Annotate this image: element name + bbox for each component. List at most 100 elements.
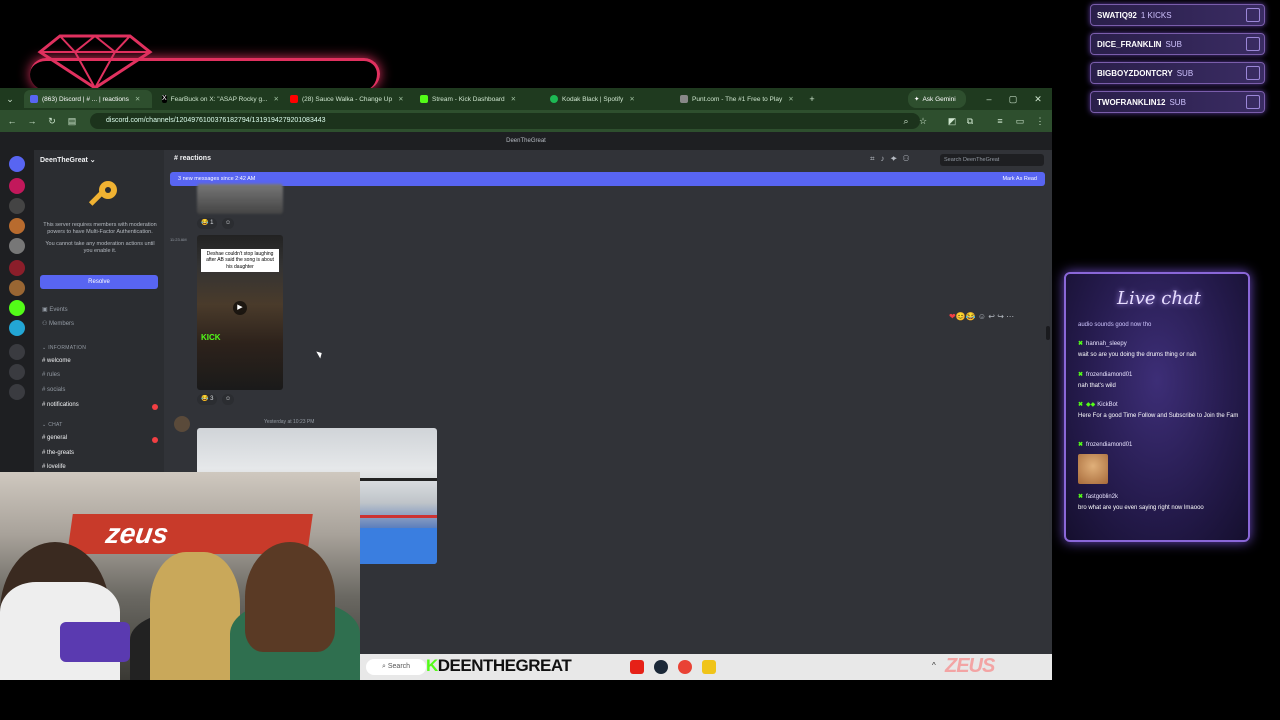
explore-icon[interactable] [9, 364, 25, 380]
home-icon[interactable] [9, 156, 25, 172]
server-icon[interactable] [9, 280, 25, 296]
close-icon[interactable]: ✕ [511, 95, 516, 103]
punt-icon [680, 95, 688, 103]
server-icon[interactable] [9, 198, 25, 214]
video-attachment[interactable]: Deshae couldn't stop laughing after AB s… [197, 235, 283, 390]
reload-icon[interactable]: ↻ [46, 115, 58, 127]
add-server-icon[interactable] [9, 344, 25, 360]
events-link[interactable]: ▣ Events [42, 306, 68, 313]
folder-icon[interactable] [702, 660, 716, 674]
resolve-button[interactable]: Resolve [40, 275, 158, 289]
profile-icon[interactable]: ▭ [1014, 115, 1026, 127]
kick-logo-icon: KICK [201, 333, 221, 342]
bell-icon: ♪ [880, 154, 891, 163]
forward-icon[interactable]: → [26, 115, 38, 127]
reaction[interactable]: 😂 3 [197, 394, 218, 405]
message-time: 11:23 AM [170, 237, 187, 242]
close-icon[interactable]: ✕ [788, 95, 793, 103]
channel-welcome[interactable]: # welcome [42, 358, 71, 364]
new-tab-icon[interactable]: + [806, 93, 818, 105]
add-reaction-icon: ☺ [977, 312, 987, 321]
chat-username: ✖ fastgoblin2k [1078, 494, 1119, 500]
chat-message: wait so are you doing the drums thing or… [1078, 352, 1197, 358]
reaction[interactable]: 😂 1 [197, 218, 218, 229]
avatar[interactable] [174, 416, 190, 432]
url-field[interactable]: discord.com/channels/1204976100376182794… [90, 113, 920, 129]
mark-as-read-button[interactable]: Mark As Read [1002, 172, 1037, 186]
channel-the-greats[interactable]: # the-greats [42, 450, 74, 456]
x-icon: X [162, 95, 167, 103]
server-icon[interactable] [9, 178, 25, 194]
badge-icon: ◆◆ [1086, 402, 1096, 408]
extension-icon[interactable]: ◩ [946, 115, 958, 127]
server-icon[interactable] [9, 300, 25, 316]
close-icon[interactable]: ✕ [398, 95, 403, 103]
channel-notifications[interactable]: # notifications [42, 402, 79, 408]
tab-list-icon[interactable]: ⌄ [4, 93, 16, 105]
video-caption: Deshae couldn't stop laughing after AB s… [201, 249, 279, 272]
alert-item: DICE_FRANKLIN SUB [1090, 33, 1265, 55]
puzzle-icon[interactable]: ⧉ [964, 115, 976, 127]
media-icon[interactable]: ≡ [994, 115, 1006, 127]
forward-icon: ↪ [997, 312, 1004, 321]
bookmark-star-icon[interactable]: ☆ [917, 115, 929, 127]
ask-gemini-button[interactable]: ✦ Ask Gemini [908, 90, 966, 108]
image-attachment[interactable] [197, 184, 283, 214]
add-reaction-icon[interactable]: ☺ [222, 394, 235, 405]
server-icon[interactable] [9, 320, 25, 336]
youtube-icon [290, 95, 298, 103]
channel-lovelife[interactable]: # lovelife [42, 464, 66, 470]
chat-emote [1078, 454, 1108, 484]
tab-x[interactable]: X FearBuck on X: "ASAP Rocky g... ✕ [156, 90, 284, 108]
category-chat[interactable]: ⌄ CHAT [42, 422, 63, 428]
kick-icon: ✖ [1078, 494, 1084, 500]
back-icon[interactable]: ← [6, 115, 18, 127]
sidebar-icon[interactable]: ▤ [66, 115, 78, 127]
server-name[interactable]: DeenTheGreat ⌄ [40, 156, 96, 164]
chat-username: ✖ hannah_sleepy [1078, 341, 1127, 347]
message-actions[interactable]: ❤😊😂 ☺ ↩ ↪ ⋯ [949, 312, 1014, 321]
chat-message: nah that's wild [1078, 383, 1116, 389]
members-link[interactable]: ⚇ Members [42, 320, 74, 327]
add-reaction-icon[interactable]: ☺ [222, 218, 235, 229]
reply-icon: ↩ [988, 312, 995, 321]
tab-punt[interactable]: Punt.com - The #1 Free to Play ✕ [674, 90, 802, 108]
channel-general[interactable]: # general [42, 435, 67, 441]
category-information[interactable]: ⌄ INFORMATION [42, 345, 86, 351]
taskbar-search[interactable]: ⌕ Search [366, 659, 426, 675]
steam-icon[interactable] [654, 660, 668, 674]
chat-message: bro what are you even saying right now l… [1078, 505, 1204, 511]
tab-youtube[interactable]: (28) Sauce Walka - Change Up ✕ [284, 90, 412, 108]
header-tools[interactable]: ⌗♪✦⚇ [870, 154, 915, 164]
tray-chevron-icon[interactable]: ^ [932, 661, 936, 670]
chrome-icon[interactable] [678, 660, 692, 674]
channel-rules[interactable]: # rules [42, 372, 60, 378]
threads-icon: ⌗ [870, 154, 881, 163]
unread-badge [152, 404, 158, 410]
tab-discord[interactable]: (863) Discord | # ... | reactions ✕ [24, 90, 152, 108]
channel-socials[interactable]: # socials [42, 387, 65, 393]
close-icon[interactable]: ✕ [274, 95, 279, 103]
youtube-icon[interactable] [630, 660, 644, 674]
scrollbar[interactable] [1046, 326, 1050, 340]
play-icon[interactable]: ▶ [233, 301, 247, 315]
menu-icon[interactable]: ⋮ [1034, 115, 1046, 127]
gemini-icon: ✦ [914, 96, 920, 103]
tab-spotify[interactable]: Kodak Black | Spotify ✕ [544, 90, 672, 108]
tab-kick[interactable]: Stream - Kick Dashboard ✕ [414, 90, 542, 108]
search-input[interactable]: Search DeenTheGreat [940, 154, 1044, 166]
server-icon[interactable] [9, 218, 25, 234]
close-icon[interactable]: ✕ [135, 95, 140, 103]
server-icon[interactable] [9, 238, 25, 254]
maximize-icon[interactable]: ▢ [1007, 93, 1019, 105]
minimize-icon[interactable]: – [983, 93, 995, 105]
close-window-icon[interactable]: ✕ [1032, 93, 1044, 105]
download-icon[interactable] [9, 384, 25, 400]
new-messages-banner[interactable]: 3 new messages since 2:42 AM Mark As Read [170, 172, 1045, 186]
close-icon[interactable]: ✕ [629, 95, 634, 103]
zoom-icon[interactable]: ⌕ [900, 115, 912, 127]
server-icon[interactable] [9, 260, 25, 276]
chat-username: ✖ frozendiamond01 [1078, 442, 1133, 448]
kick-icon [420, 95, 428, 103]
key-icon [88, 181, 117, 206]
